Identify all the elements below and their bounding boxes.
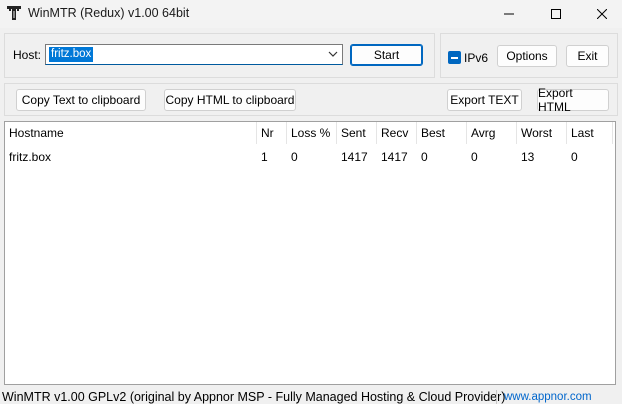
start-button[interactable]: Start: [350, 44, 423, 66]
column-header-hostname[interactable]: Hostname: [5, 122, 257, 144]
column-header-recv[interactable]: Recv: [377, 122, 417, 144]
appnor-link[interactable]: www.appnor.com: [504, 391, 592, 403]
table-header: Hostname Nr Loss % Sent Recv Best Avrg W…: [5, 122, 615, 144]
close-icon: [597, 9, 607, 19]
copy-html-button[interactable]: Copy HTML to clipboard: [164, 89, 296, 111]
ipv6-checkbox[interactable]: [448, 51, 461, 64]
cell-best: 0: [421, 150, 428, 164]
host-combobox[interactable]: fritz.box: [45, 44, 343, 65]
cell-hostname: fritz.box: [9, 150, 52, 164]
maximize-button[interactable]: [533, 0, 579, 28]
column-header-worst[interactable]: Worst: [517, 122, 567, 144]
column-header-loss[interactable]: Loss %: [287, 122, 337, 144]
cell-last: 0: [571, 150, 578, 164]
host-label: Host:: [13, 48, 42, 62]
column-header-best[interactable]: Best: [417, 122, 467, 144]
minimize-icon: [504, 13, 514, 15]
minimize-button[interactable]: [486, 0, 532, 28]
cell-sent: 1417: [341, 150, 368, 164]
column-header-last[interactable]: Last: [567, 122, 613, 144]
status-text: WinMTR v1.00 GPLv2 (original by Appnor M…: [2, 390, 506, 404]
table-row[interactable]: fritz.box 1 0 1417 1417 0 0 13 0: [5, 148, 615, 166]
cell-loss: 0: [291, 150, 298, 164]
winmtr-app-icon: [6, 5, 22, 21]
cell-avrg: 0: [471, 150, 478, 164]
ipv6-label: IPv6: [464, 51, 489, 65]
results-table[interactable]: Hostname Nr Loss % Sent Recv Best Avrg W…: [4, 121, 616, 385]
chevron-down-icon[interactable]: [328, 51, 338, 58]
title-bar[interactable]: WinMTR (Redux) v1.00 64bit: [0, 0, 622, 28]
close-button[interactable]: [579, 0, 622, 28]
column-header-sent[interactable]: Sent: [337, 122, 377, 144]
options-button[interactable]: Options: [497, 45, 557, 67]
export-text-button[interactable]: Export TEXT: [447, 89, 522, 111]
column-header-avrg[interactable]: Avrg: [467, 122, 517, 144]
copy-text-button[interactable]: Copy Text to clipboard: [16, 89, 146, 111]
cell-recv: 1417: [381, 150, 408, 164]
column-header-nr[interactable]: Nr: [257, 122, 287, 144]
status-divider: [496, 390, 497, 404]
maximize-icon: [551, 9, 561, 19]
cell-nr: 1: [261, 150, 268, 164]
cell-worst: 13: [521, 150, 535, 164]
export-html-button[interactable]: Export HTML: [537, 86, 609, 114]
window-title: WinMTR (Redux) v1.00 64bit: [28, 6, 190, 20]
status-bar: WinMTR v1.00 GPLv2 (original by Appnor M…: [0, 388, 622, 404]
host-input[interactable]: fritz.box: [49, 47, 94, 62]
exit-button[interactable]: Exit: [566, 45, 609, 67]
